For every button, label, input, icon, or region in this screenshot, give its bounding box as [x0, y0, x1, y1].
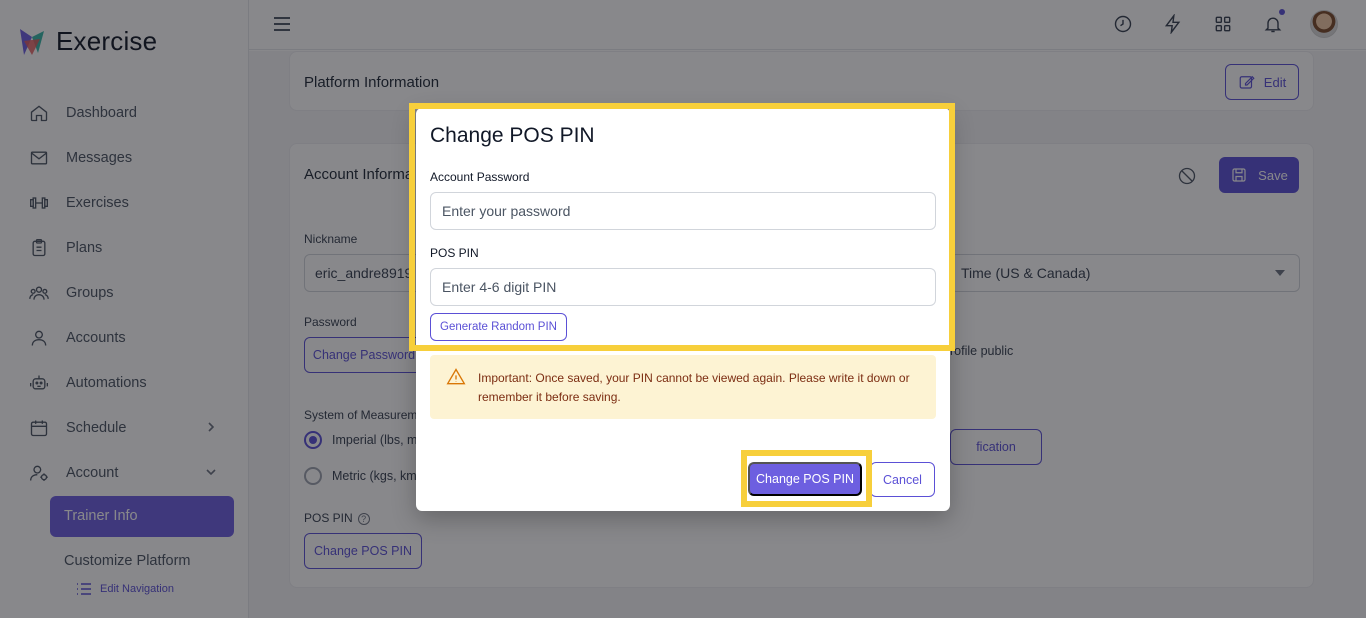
warning-banner: Important: Once saved, your PIN cannot b…	[430, 355, 936, 419]
change-pos-pin-submit-button[interactable]: Change POS PIN	[748, 462, 862, 496]
change-pos-pin-modal: Change POS PIN Account Password POS PIN …	[416, 108, 950, 511]
account-password-input[interactable]	[430, 192, 936, 230]
pos-pin-label: POS PIN	[430, 246, 479, 260]
modal-title: Change POS PIN	[430, 124, 595, 147]
pos-pin-input[interactable]	[430, 268, 936, 306]
cancel-button[interactable]: Cancel	[870, 462, 935, 497]
account-password-label: Account Password	[430, 170, 530, 184]
generate-random-pin-button[interactable]: Generate Random PIN	[430, 313, 567, 341]
warning-text: Important: Once saved, your PIN cannot b…	[478, 371, 910, 404]
warning-icon	[446, 367, 466, 387]
